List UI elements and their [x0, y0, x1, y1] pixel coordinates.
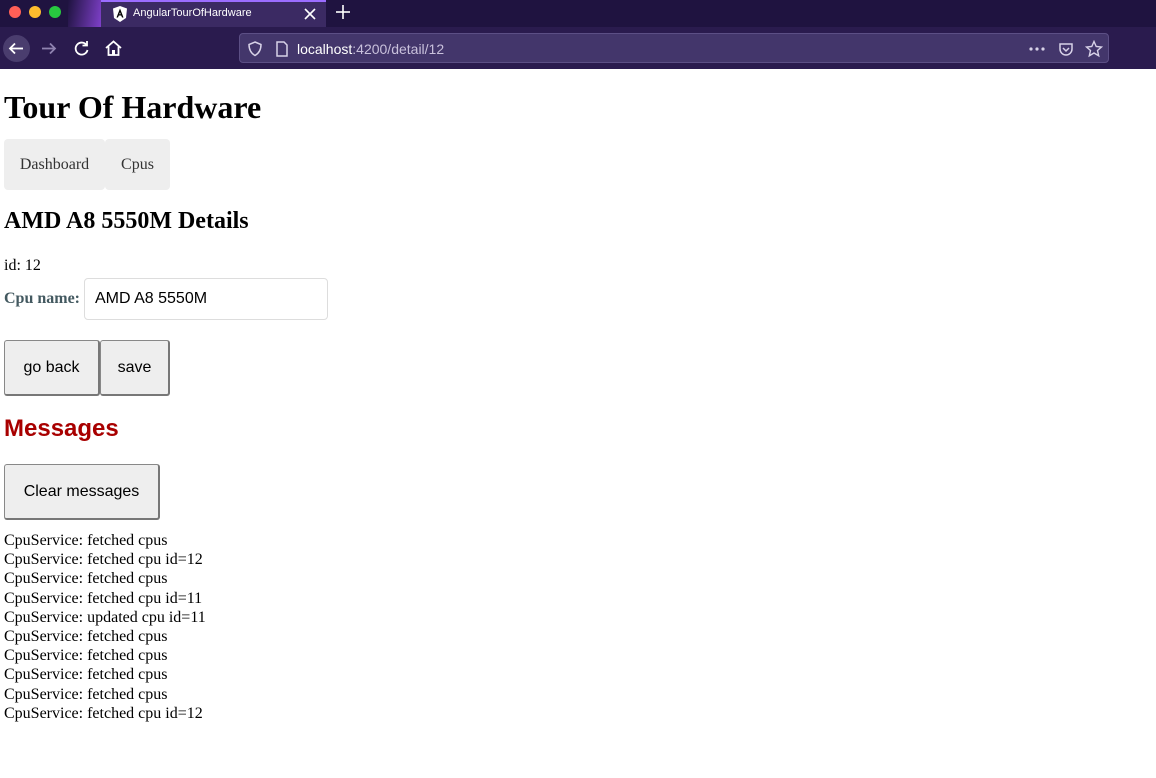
cpu-name-input[interactable]: [84, 278, 328, 320]
browser-chrome: AngularTourOfHardware localhost:4200/det…: [0, 0, 1156, 69]
minimize-window-button[interactable]: [29, 6, 41, 18]
angular-logo-icon: [113, 6, 127, 22]
close-tab-icon[interactable]: [302, 5, 318, 23]
message-item: CpuService: fetched cpus: [4, 647, 168, 665]
page-icon[interactable]: [273, 40, 291, 58]
message-item: CpuService: fetched cpu id=12: [4, 704, 203, 722]
shield-icon[interactable]: [246, 40, 264, 58]
detail-heading: AMD A8 5550M Details: [4, 208, 249, 234]
message-item: CpuService: fetched cpus: [4, 532, 168, 549]
bookmark-star-icon[interactable]: [1085, 40, 1103, 58]
messages-list: CpuService: fetched cpus CpuService: fet…: [4, 531, 206, 723]
go-back-button[interactable]: go back: [4, 340, 100, 396]
url-text: localhost:4200/detail/12: [297, 41, 444, 57]
forward-arrow-icon[interactable]: [35, 35, 62, 62]
tab-title: AngularTourOfHardware: [133, 7, 252, 19]
arrow-left-icon: [8, 42, 23, 55]
cpu-id-text: id: 12: [4, 257, 41, 274]
cpu-name-label: Cpu name:: [4, 290, 81, 307]
message-item: CpuService: fetched cpus: [4, 570, 168, 588]
reload-icon[interactable]: [68, 35, 95, 62]
home-icon[interactable]: [100, 35, 127, 62]
message-item: CpuService: fetched cpu id=12: [4, 551, 203, 569]
save-button[interactable]: save: [100, 340, 170, 396]
tab-strip: AngularTourOfHardware: [0, 0, 1156, 27]
messages-heading: Messages: [4, 415, 119, 442]
zoom-window-button[interactable]: [49, 6, 61, 18]
message-item: CpuService: updated cpu id=11: [4, 608, 206, 626]
page-content: Tour Of Hardware Dashboard Cpus AMD A8 5…: [0, 69, 1156, 778]
more-actions-icon[interactable]: [1028, 40, 1046, 58]
message-item: CpuService: fetched cpus: [4, 685, 168, 703]
navigation-toolbar: localhost:4200/detail/12: [0, 27, 1156, 69]
nav-link-cpus[interactable]: Cpus: [105, 139, 170, 190]
address-bar[interactable]: localhost:4200/detail/12: [239, 33, 1109, 63]
close-window-button[interactable]: [9, 6, 21, 18]
app-title: Tour Of Hardware: [4, 89, 262, 125]
message-item: CpuService: fetched cpu id=11: [4, 589, 203, 607]
browser-tab-active[interactable]: AngularTourOfHardware: [101, 0, 326, 27]
url-path: :4200/detail/12: [352, 41, 445, 57]
tab-strip-accent: [68, 0, 102, 27]
new-tab-icon[interactable]: [335, 3, 351, 21]
url-host: localhost: [297, 41, 353, 57]
message-item: CpuService: fetched cpus: [4, 628, 168, 646]
clear-messages-button[interactable]: Clear messages: [4, 464, 160, 520]
back-button[interactable]: [3, 35, 30, 62]
nav-link-dashboard[interactable]: Dashboard: [4, 139, 105, 190]
pocket-icon[interactable]: [1057, 40, 1075, 58]
message-item: CpuService: fetched cpus: [4, 666, 168, 684]
